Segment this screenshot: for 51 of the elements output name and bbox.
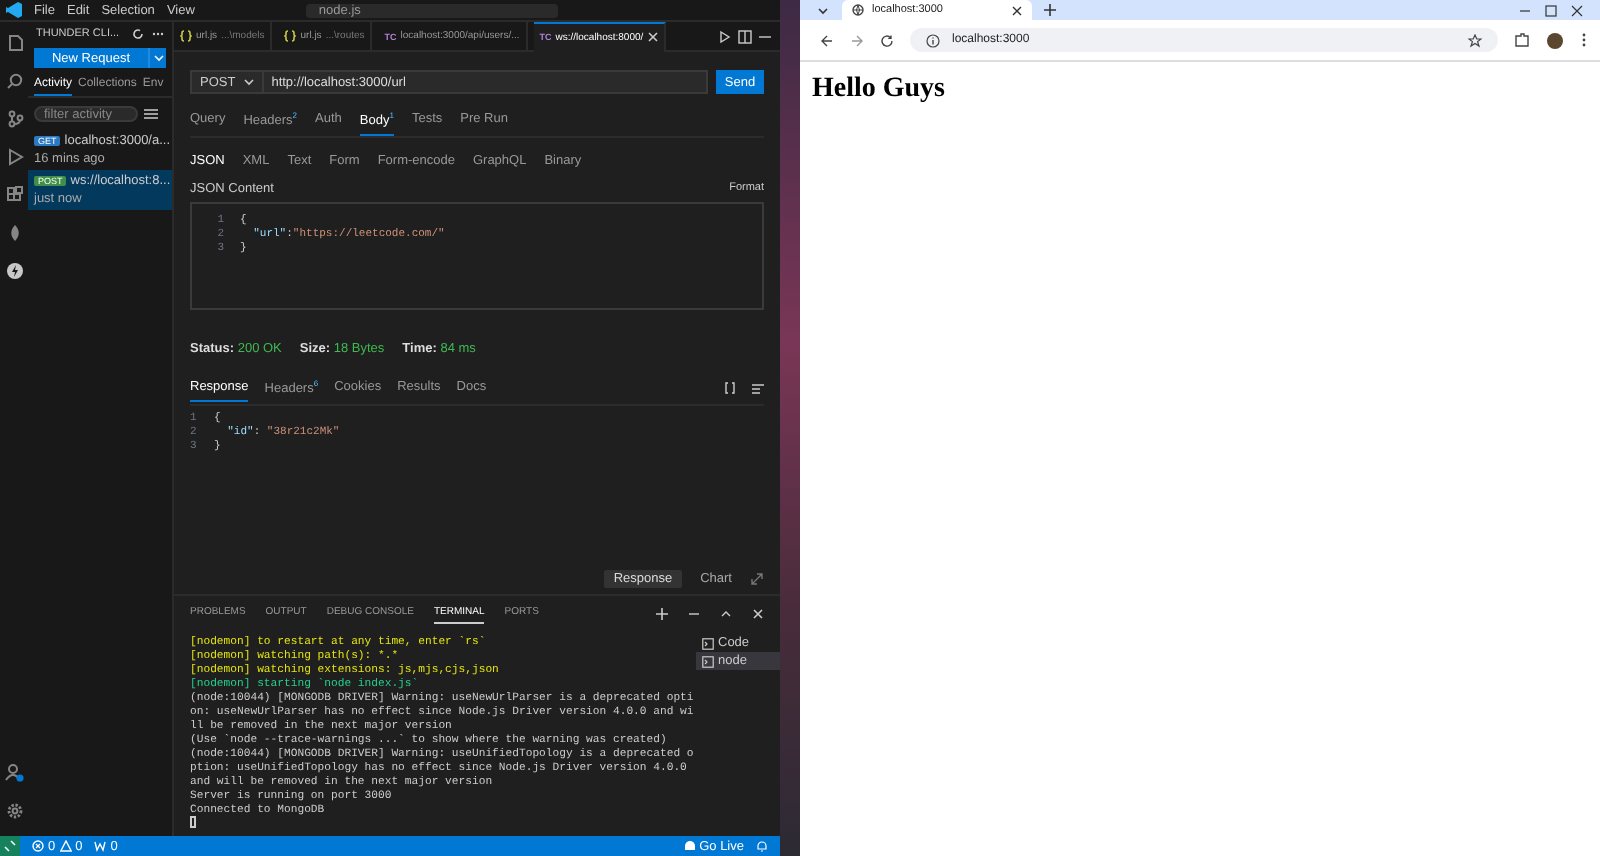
- lightning-icon[interactable]: [5, 262, 23, 280]
- search-icon[interactable]: [5, 72, 23, 90]
- braces-icon: [180, 30, 192, 42]
- chevron-up-icon[interactable]: [720, 607, 732, 619]
- remote-icon: [4, 840, 16, 852]
- wrap-icon[interactable]: [752, 382, 764, 395]
- dropdown-button[interactable]: [148, 48, 166, 68]
- more-icon[interactable]: [152, 28, 164, 40]
- remote-button[interactable]: [0, 836, 20, 856]
- info-icon[interactable]: [926, 33, 940, 47]
- forward-icon[interactable]: [850, 33, 864, 47]
- warning-icon: [59, 840, 72, 852]
- tab-list-icon[interactable]: [816, 3, 830, 17]
- more-icon[interactable]: [1580, 32, 1588, 48]
- terminal-icon: [702, 637, 714, 649]
- close-icon[interactable]: [1570, 3, 1584, 17]
- run-icon[interactable]: [718, 29, 732, 43]
- page-heading: Hello Guys: [812, 74, 948, 106]
- menu-icon[interactable]: [144, 108, 158, 120]
- leaf-icon[interactable]: [5, 224, 23, 242]
- add-terminal-icon[interactable]: [656, 607, 668, 619]
- run-debug-icon[interactable]: [5, 148, 23, 166]
- maximize-icon[interactable]: [1544, 3, 1558, 17]
- star-icon[interactable]: [1468, 33, 1482, 47]
- reload-icon[interactable]: [880, 33, 894, 47]
- globe-icon: [852, 4, 864, 16]
- source-control-icon[interactable]: [5, 110, 23, 128]
- profile-avatar-icon[interactable]: [1546, 31, 1564, 49]
- refresh-icon[interactable]: [132, 28, 144, 40]
- chevron-down-icon: [243, 78, 254, 86]
- more-icon[interactable]: [688, 607, 700, 619]
- error-icon: [32, 840, 44, 852]
- settings-icon[interactable]: [5, 802, 23, 820]
- terminal-cursor: [190, 816, 196, 828]
- chevron-down-icon: [153, 54, 163, 62]
- vscode-logo-icon: [6, 2, 22, 18]
- extensions-icon[interactable]: [5, 186, 23, 204]
- ports-icon: [94, 840, 107, 852]
- bell-icon[interactable]: [756, 840, 768, 852]
- broadcast-icon: [683, 840, 696, 852]
- split-editor-icon[interactable]: [738, 29, 752, 43]
- back-icon[interactable]: [820, 33, 834, 47]
- expand-icon[interactable]: [750, 572, 764, 586]
- new-tab-icon[interactable]: [1044, 4, 1056, 16]
- close-icon[interactable]: [1012, 5, 1022, 15]
- files-icon[interactable]: [5, 34, 23, 52]
- braces-icon: [284, 30, 297, 42]
- account-icon[interactable]: [4, 762, 24, 782]
- extensions-icon[interactable]: [1514, 32, 1530, 48]
- brackets-icon[interactable]: [724, 382, 736, 395]
- terminal-icon: [702, 655, 714, 667]
